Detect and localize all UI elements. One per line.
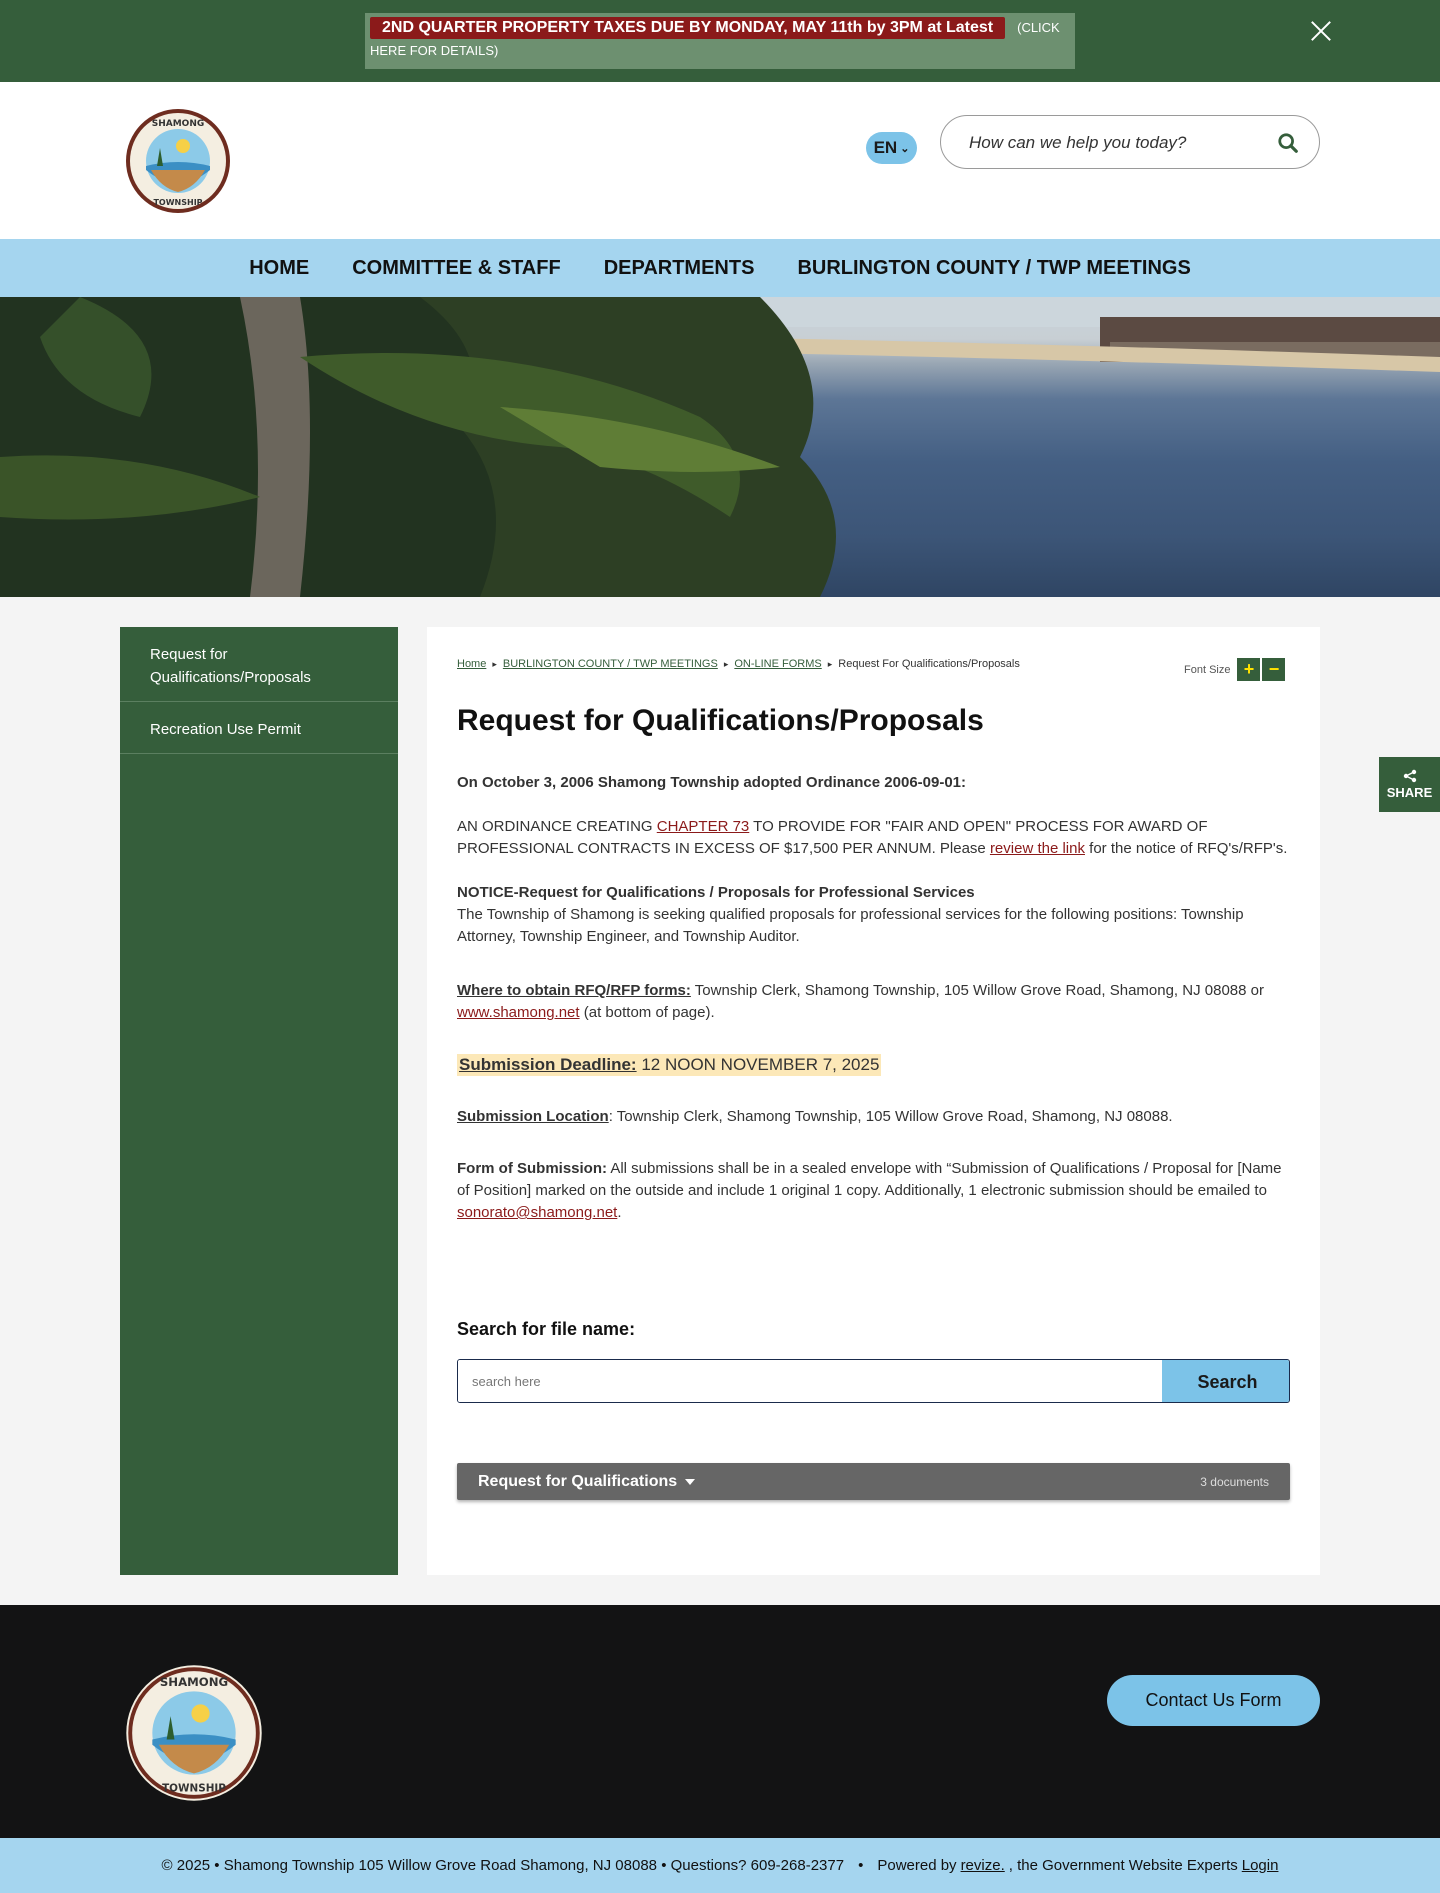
review-link[interactable]: review the link [990, 840, 1085, 857]
language-selector[interactable]: EN ⌄ [866, 132, 917, 164]
font-size-label: Font Size [1184, 663, 1231, 676]
font-decrease-button[interactable]: − [1262, 658, 1286, 681]
nav-item-burlington-county[interactable]: BURLINGTON COUNTY / TWP MEETINGS [797, 257, 1190, 280]
site-search-input[interactable] [969, 130, 1269, 156]
nav-item-home[interactable]: HOME [249, 257, 309, 280]
close-icon[interactable] [1308, 18, 1334, 44]
chapter-73-link[interactable]: CHAPTER 73 [657, 818, 750, 835]
page-title: Request for Qualifications/Proposals [457, 704, 984, 737]
copyright-bar: © 2025 • Shamong Township 105 Willow Gro… [0, 1838, 1440, 1893]
language-label: EN [873, 138, 898, 157]
chevron-down-icon: ⌄ [900, 142, 910, 155]
notice-heading: NOTICE-Request for Qualifications / Prop… [457, 884, 975, 901]
main-content: Home ▸ BURLINGTON COUNTY / TWP MEETINGS … [427, 627, 1320, 1575]
svg-text:SHAMONG: SHAMONG [152, 119, 205, 129]
alert-badge: 2ND QUARTER PROPERTY TAXES DUE BY MONDAY… [370, 17, 1006, 39]
font-increase-button[interactable]: + [1237, 658, 1261, 681]
where-paragraph: Where to obtain RFQ/RFP forms: Township … [457, 982, 1264, 1021]
notice-paragraph: NOTICE-Request for Qualifications / Prop… [457, 884, 1244, 945]
separator-dot: • [858, 1857, 864, 1874]
breadcrumb-home[interactable]: Home [457, 658, 486, 670]
chevron-right-icon: ▸ [827, 658, 833, 669]
document-count: 3 documents [1200, 1474, 1269, 1489]
copyright-text: © 2025 • Shamong Township 105 Willow Gro… [161, 1857, 845, 1874]
alert-bar: 2ND QUARTER PROPERTY TAXES DUE BY MONDAY… [0, 0, 1440, 82]
file-search-label: Search for file name: [457, 1319, 636, 1339]
hero-banner-image [0, 297, 1440, 597]
intro-text: On October 3, 2006 Shamong Township adop… [457, 774, 967, 791]
file-search-button[interactable]: Search [1162, 1360, 1289, 1402]
documents-accordion[interactable]: Request for Qualifications 3 documents [457, 1463, 1290, 1500]
share-button[interactable]: SHARE [1379, 757, 1440, 812]
file-search: Search [457, 1359, 1290, 1403]
login-link[interactable]: Login [1242, 1857, 1279, 1874]
sidebar-item-recreation-permit[interactable]: Recreation Use Permit [120, 702, 398, 754]
svg-text:SHAMONG: SHAMONG [160, 1675, 228, 1689]
nav-item-departments[interactable]: DEPARTMENTS [604, 257, 755, 280]
sidebar-item-rfq[interactable]: Request for Qualifications/Proposals [120, 627, 398, 702]
chevron-right-icon: ▸ [723, 658, 729, 669]
location-paragraph: Submission Location: Township Clerk, Sha… [457, 1108, 1173, 1125]
share-icon [1403, 769, 1416, 783]
breadcrumb-current: Request For Qualifications/Proposals [838, 658, 1020, 670]
powered-by-suffix: , the Government Website Experts [1008, 1857, 1238, 1874]
shamong-net-link[interactable]: www.shamong.net [457, 1004, 580, 1021]
footer-seal-logo: SHAMONG TOWNSHIP [126, 1665, 262, 1801]
site-header: SHAMONG TOWNSHIP EN ⌄ [0, 82, 1440, 239]
sidebar: Request for Qualifications/Proposals Rec… [120, 627, 398, 1575]
breadcrumb-burlington-county[interactable]: BURLINGTON COUNTY / TWP MEETINGS [503, 658, 718, 670]
accordion-title: Request for Qualifications [478, 1472, 678, 1490]
site-search [940, 115, 1320, 169]
contact-us-button[interactable]: Contact Us Form [1107, 1675, 1320, 1726]
ordinance-paragraph: AN ORDINANCE CREATING CHAPTER 73 TO PROV… [457, 818, 1288, 857]
alert-click-text: (CLICK [1017, 20, 1060, 35]
breadcrumb: Home ▸ BURLINGTON COUNTY / TWP MEETINGS … [457, 658, 1020, 670]
page-body: On October 3, 2006 Shamong Township adop… [457, 772, 1292, 1246]
file-search-input[interactable] [458, 1360, 1162, 1402]
search-icon[interactable] [1277, 132, 1299, 154]
share-label: SHARE [1386, 785, 1433, 800]
font-size-control: Font Size + − [1184, 658, 1286, 681]
nav-item-committee-staff[interactable]: COMMITTEE & STAFF [352, 257, 561, 280]
chevron-right-icon: ▸ [492, 658, 497, 669]
submission-deadline: Submission Deadline: 12 NOON NOVEMBER 7,… [457, 1054, 882, 1076]
caret-down-icon [685, 1478, 696, 1485]
svg-text:TOWNSHIP: TOWNSHIP [153, 198, 202, 207]
svg-text:TOWNSHIP: TOWNSHIP [162, 1783, 226, 1795]
alert-link[interactable]: 2ND QUARTER PROPERTY TAXES DUE BY MONDAY… [365, 13, 1075, 69]
hero-lake-scene [0, 297, 1440, 597]
revize-link[interactable]: revize. [961, 1857, 1005, 1874]
powered-by-text: Powered by [877, 1857, 957, 1874]
form-paragraph: Form of Submission: All submissions shal… [457, 1160, 1282, 1221]
alert-details-text: HERE FOR DETAILS) [370, 43, 499, 58]
breadcrumb-online-forms[interactable]: ON-LINE FORMS [734, 658, 821, 670]
main-nav: HOME COMMITTEE & STAFF DEPARTMENTS BURLI… [0, 239, 1440, 297]
email-link[interactable]: sonorato@shamong.net [457, 1204, 617, 1221]
township-seal-logo[interactable]: SHAMONG TOWNSHIP [125, 108, 231, 214]
site-footer: SHAMONG TOWNSHIP Contact Us Form [0, 1605, 1440, 1838]
